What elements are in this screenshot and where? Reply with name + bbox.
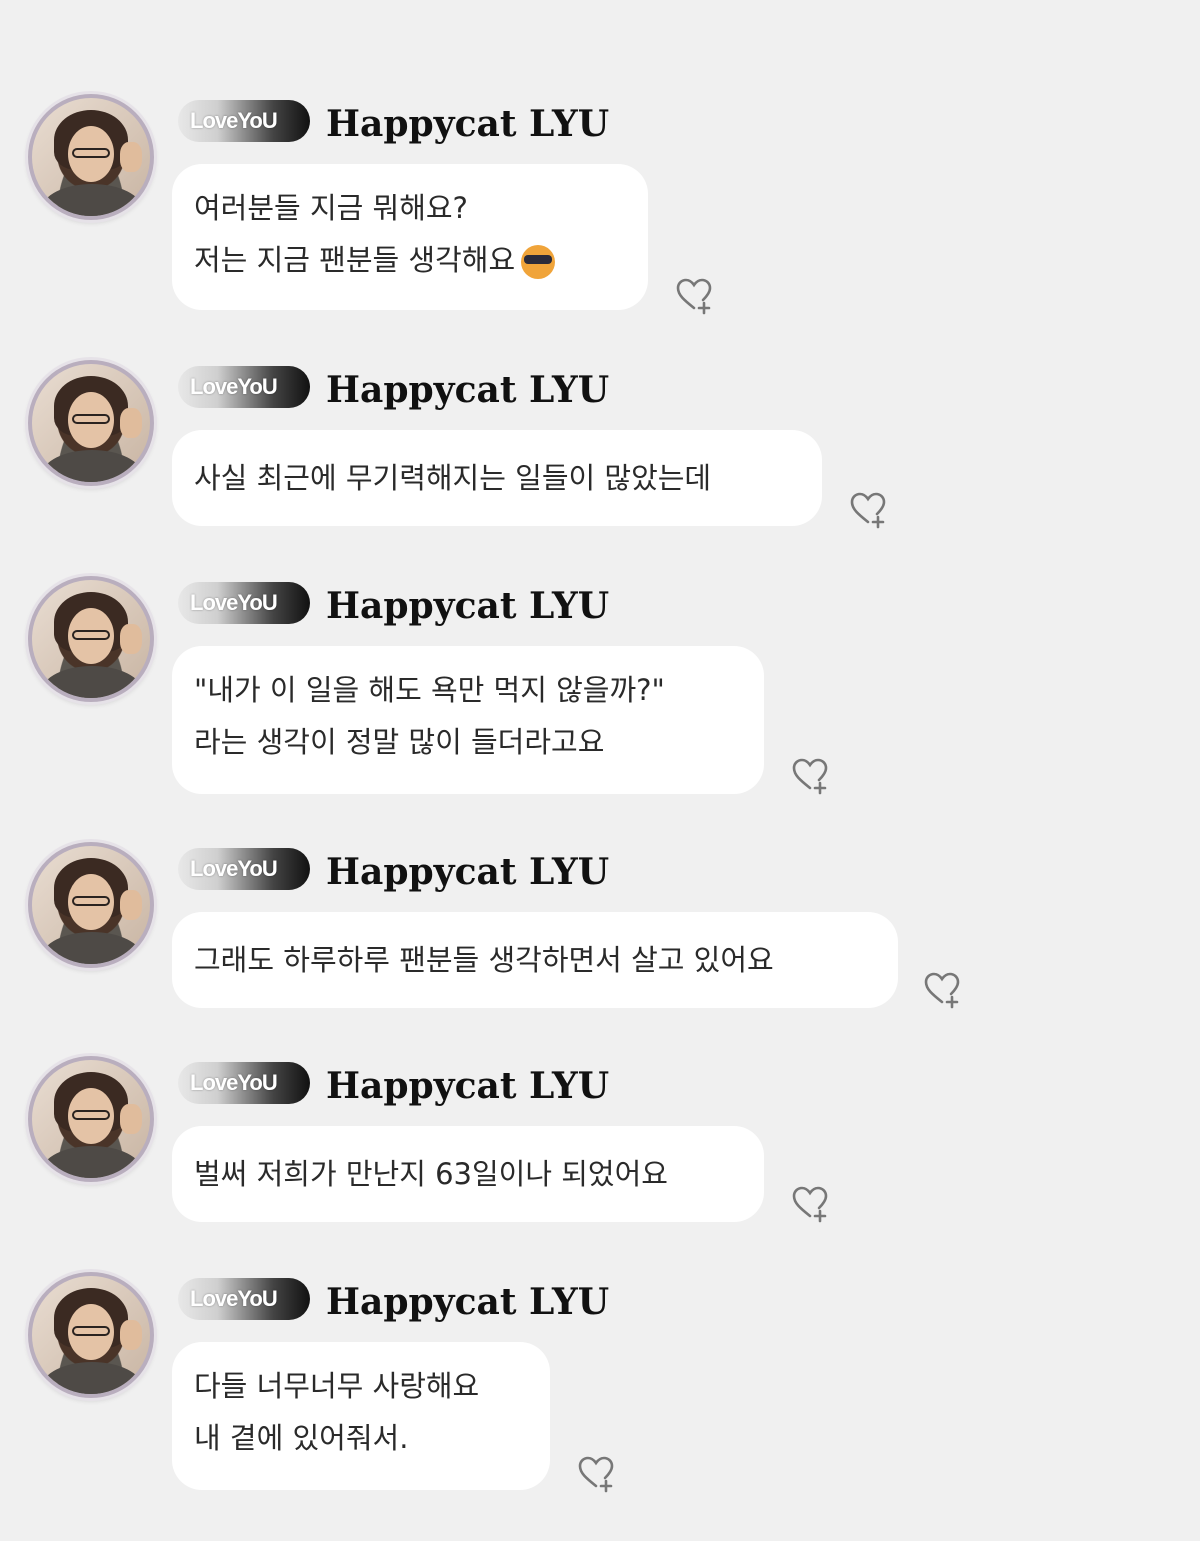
loveyou-badge: LoveYoU [178,1062,310,1104]
sender-name[interactable]: Happycat LYU [326,1064,609,1108]
loveyou-badge: LoveYoU [178,1278,310,1320]
message-text: 저는 지금 팬분들 생각해요 [194,234,626,286]
message-text: 라는 생각이 정말 많이 들더라고요 [194,725,605,759]
message-bubble: "내가 이 일을 해도 욕만 먹지 않을까?" 라는 생각이 정말 많이 들더라… [172,646,764,794]
sender-name[interactable]: Happycat LYU [326,368,609,412]
loveyou-badge: LoveYoU [178,582,310,624]
avatar[interactable] [28,94,154,220]
sunglasses-face-icon [521,245,556,279]
message-bubble: 여러분들 지금 뭐해요? 저는 지금 팬분들 생각해요 [172,164,648,310]
message-bubble: 벌써 저희가 만난지 63일이나 되었어요 [172,1126,764,1222]
heart-react-icon[interactable] [790,756,830,796]
heart-react-icon[interactable] [790,1184,830,1224]
heart-react-icon[interactable] [848,490,888,530]
message-bubble: 사실 최근에 무기력해지는 일들이 많았는데 [172,430,822,526]
avatar[interactable] [28,360,154,486]
loveyou-badge: LoveYoU [178,848,310,890]
avatar[interactable] [28,1272,154,1398]
heart-react-icon[interactable] [674,276,714,316]
message-text: 그래도 하루하루 팬분들 생각하면서 살고 있어요 [194,943,774,977]
sender-name[interactable]: Happycat LYU [326,584,609,628]
avatar[interactable] [28,1056,154,1182]
heart-react-icon[interactable] [922,970,962,1010]
message-text: 내 곁에 있어줘서. [194,1421,409,1455]
message-bubble: 다들 너무너무 사랑해요 내 곁에 있어줘서. [172,1342,550,1490]
message-bubble: 그래도 하루하루 팬분들 생각하면서 살고 있어요 [172,912,898,1008]
sender-name[interactable]: Happycat LYU [326,1280,609,1324]
message-text: 사실 최근에 무기력해지는 일들이 많았는데 [194,461,712,495]
loveyou-badge: LoveYoU [178,366,310,408]
message-text: 벌써 저희가 만난지 63일이나 되었어요 [194,1157,668,1191]
message-text: 여러분들 지금 뭐해요? [194,191,468,225]
sender-name[interactable]: Happycat LYU [326,850,609,894]
avatar[interactable] [28,842,154,968]
heart-react-icon[interactable] [576,1454,616,1494]
sender-name[interactable]: Happycat LYU [326,102,609,146]
message-text: "내가 이 일을 해도 욕만 먹지 않을까?" [194,673,665,707]
avatar[interactable] [28,576,154,702]
message-text: 다들 너무너무 사랑해요 [194,1369,480,1403]
message-feed: LoveYoU Happycat LYU 여러분들 지금 뭐해요? 저는 지금 … [0,0,1200,1541]
loveyou-badge: LoveYoU [178,100,310,142]
